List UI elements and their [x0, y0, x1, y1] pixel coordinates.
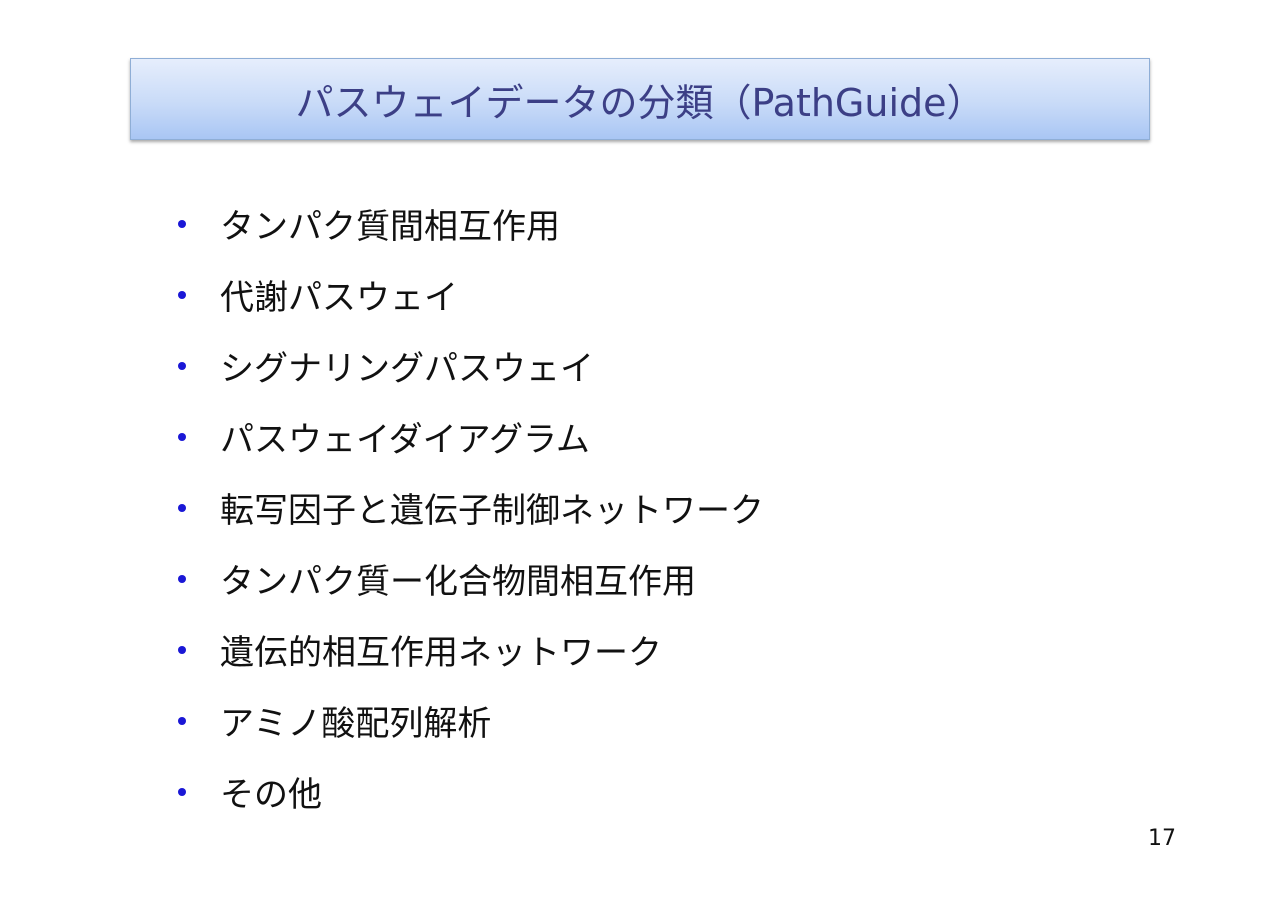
bullet-dot-icon	[178, 787, 186, 796]
list-item: アミノ酸配列解析	[176, 685, 764, 756]
list-item: タンパク質ー化合物間相互作用	[176, 543, 764, 614]
bullet-dot-icon	[178, 716, 186, 725]
list-item: パスウェイダイアグラム	[176, 401, 764, 472]
bullet-dot-icon	[178, 290, 186, 299]
list-item-text: タンパク質間相互作用	[220, 207, 560, 247]
list-item: 代謝パスウェイ	[176, 259, 764, 330]
list-item-text: パスウェイダイアグラム	[220, 420, 590, 460]
list-item-text: 転写因子と遺伝子制御ネットワーク	[220, 491, 764, 531]
title-box: パスウェイデータの分類（PathGuide）	[130, 58, 1150, 140]
list-item: その他	[176, 756, 764, 827]
bullet-dot-icon	[178, 645, 186, 654]
list-item: シグナリングパスウェイ	[176, 330, 764, 401]
list-item: タンパク質間相互作用	[176, 188, 764, 259]
bullet-dot-icon	[178, 574, 186, 583]
slide: パスウェイデータの分類（PathGuide） タンパク質間相互作用 代謝パスウェ…	[0, 0, 1280, 904]
list-item: 遺伝的相互作用ネットワーク	[176, 614, 764, 685]
bullet-dot-icon	[178, 219, 186, 228]
list-item: 転写因子と遺伝子制御ネットワーク	[176, 472, 764, 543]
list-item-text: シグナリングパスウェイ	[220, 349, 594, 389]
slide-title: パスウェイデータの分類（PathGuide）	[295, 80, 985, 125]
bullet-list: タンパク質間相互作用 代謝パスウェイ シグナリングパスウェイ パスウェイダイアグ…	[176, 188, 764, 827]
list-item-text: 代謝パスウェイ	[220, 278, 458, 318]
bullet-dot-icon	[178, 361, 186, 370]
page-number: 17	[1148, 826, 1176, 851]
list-item-text: アミノ酸配列解析	[220, 704, 492, 744]
list-item-text: タンパク質ー化合物間相互作用	[220, 562, 696, 602]
list-item-text: 遺伝的相互作用ネットワーク	[220, 633, 662, 673]
list-item-text: その他	[220, 775, 322, 815]
bullet-dot-icon	[178, 503, 186, 512]
bullet-dot-icon	[178, 432, 186, 441]
